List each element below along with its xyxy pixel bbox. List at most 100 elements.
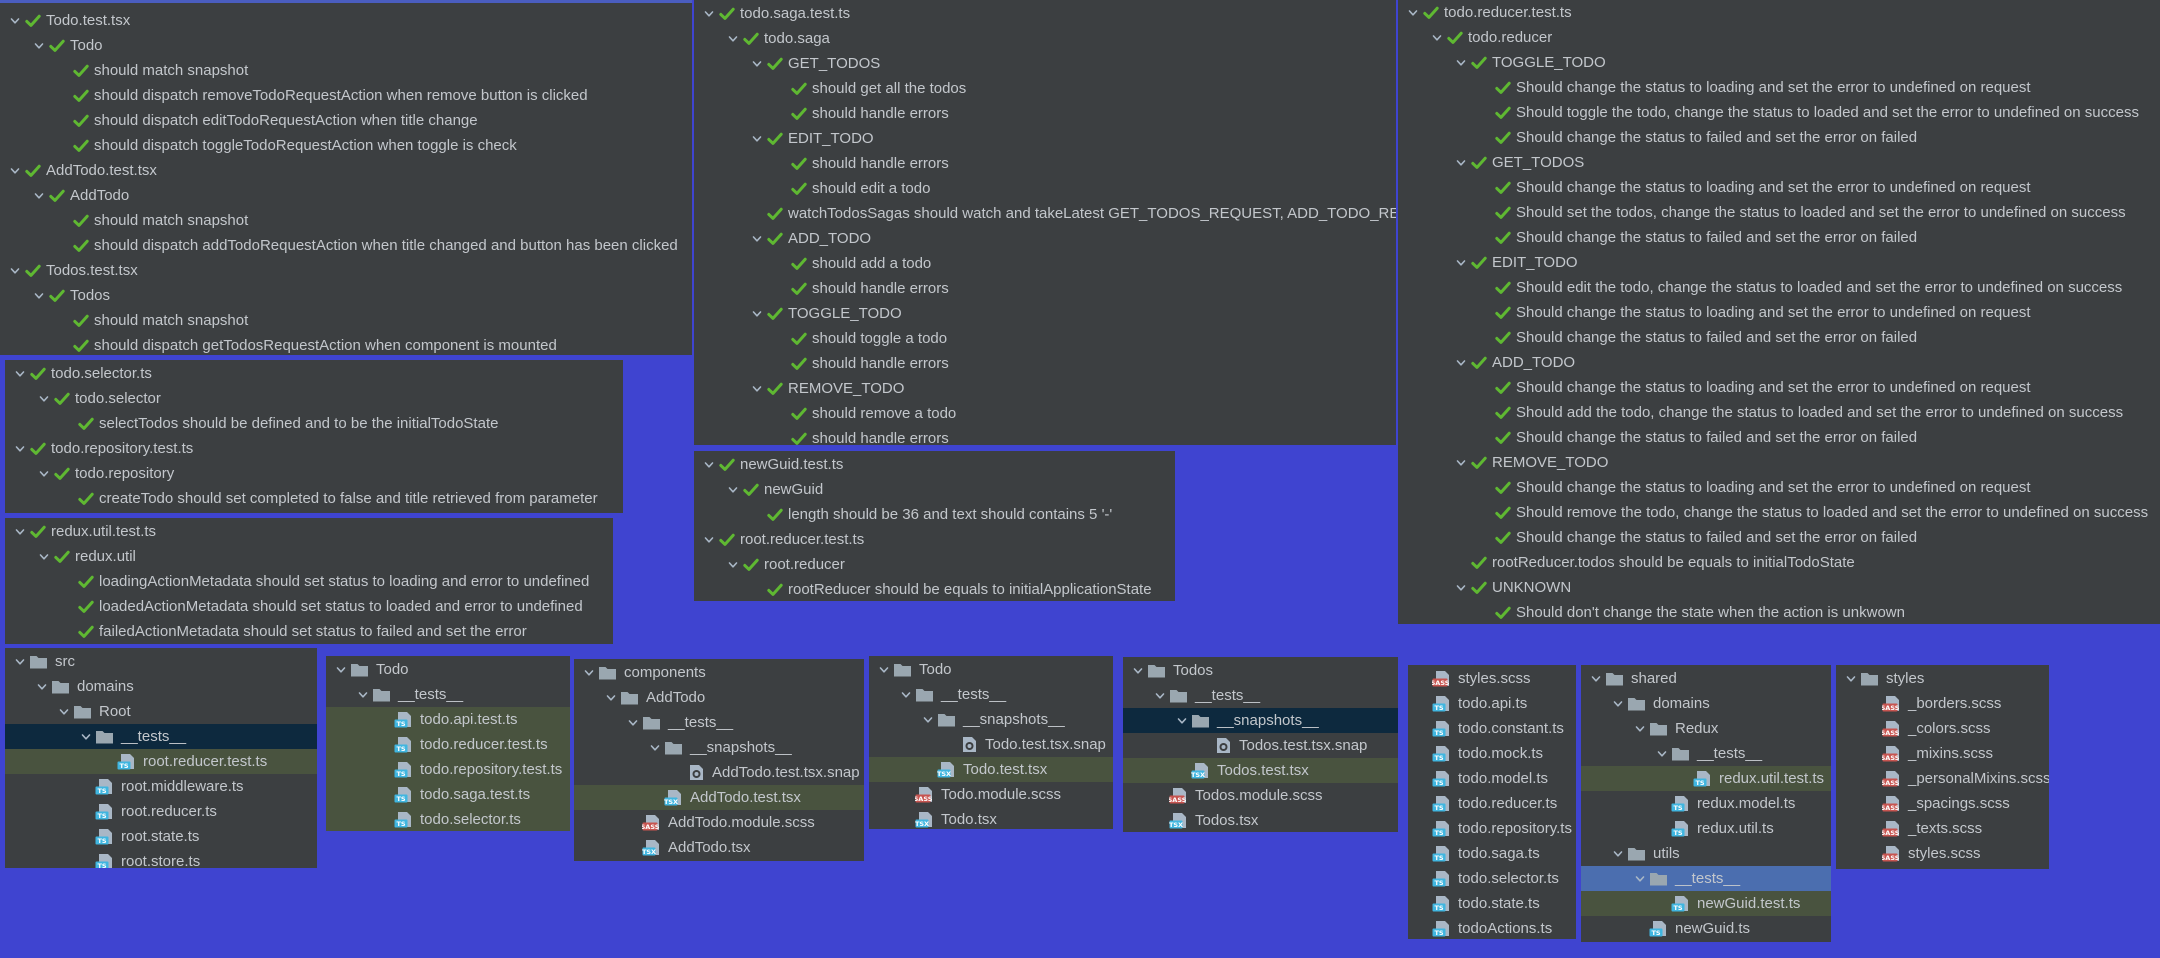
test-tree-row[interactable]: should edit a todo (694, 176, 1396, 201)
project-tree-row[interactable]: TSX AddTodo.test.tsx (574, 785, 864, 810)
test-tree-row[interactable]: should dispatch removeTodoRequestAction … (0, 83, 692, 108)
project-tree-row[interactable]: TS todo.reducer.test.ts (326, 732, 570, 757)
test-tree-row[interactable]: TOGGLE_TODO (1398, 50, 2160, 75)
project-tree-row[interactable]: TS newGuid.test.ts (1581, 891, 1831, 916)
test-tree-row[interactable]: Todo (0, 33, 692, 58)
test-tree-row[interactable]: Should toggle the todo, change the statu… (1398, 100, 2160, 125)
project-tree-row[interactable]: TS todo.constant.ts (1408, 716, 1576, 741)
project-tree-row[interactable]: TS todo.api.test.ts (326, 707, 570, 732)
test-tree-row[interactable]: Should edit the todo, change the status … (1398, 275, 2160, 300)
project-tree-row[interactable]: SASS Todos.module.scss (1123, 783, 1398, 808)
test-tree-row[interactable]: Should remove the todo, change the statu… (1398, 500, 2160, 525)
test-tree-row[interactable]: todo.reducer.test.ts (1398, 0, 2160, 25)
test-tree-row[interactable]: todo.saga.test.ts (694, 1, 1396, 26)
project-tree-row[interactable]: TSX Todo.test.tsx (869, 757, 1113, 782)
project-tree-row[interactable]: TS todo.model.ts (1408, 766, 1576, 791)
test-tree-row[interactable]: root.reducer.test.ts (694, 527, 1175, 552)
chevron-down-icon[interactable] (35, 681, 49, 693)
test-tree-row[interactable]: should get all the todos (694, 76, 1396, 101)
test-tree-row[interactable]: todo.repository (5, 461, 623, 486)
test-tree-row[interactable]: todo.repository.test.ts (5, 436, 623, 461)
test-tree-row[interactable]: Todos (0, 283, 692, 308)
chevron-down-icon[interactable] (8, 15, 22, 27)
test-tree-row[interactable]: Should don't change the state when the a… (1398, 600, 2160, 624)
test-tree-row[interactable]: should add a todo (694, 251, 1396, 276)
project-tree-row[interactable]: Redux (1581, 716, 1831, 741)
chevron-down-icon[interactable] (1633, 723, 1647, 735)
chevron-down-icon[interactable] (1611, 848, 1625, 860)
chevron-down-icon[interactable] (8, 265, 22, 277)
test-tree-row[interactable]: Should change the status to failed and s… (1398, 125, 2160, 150)
test-tree-row[interactable]: Should change the status to failed and s… (1398, 425, 2160, 450)
test-tree-row[interactable]: should match snapshot (0, 308, 692, 333)
test-tree-row[interactable]: newGuid (694, 477, 1175, 502)
test-tree-row[interactable]: should match snapshot (0, 208, 692, 233)
test-tree-row[interactable]: should handle errors (694, 101, 1396, 126)
chevron-down-icon[interactable] (8, 165, 22, 177)
test-tree-row[interactable]: loadingActionMetadata should set status … (5, 569, 613, 594)
project-tree-row[interactable]: SASS _colors.scss (1836, 716, 2049, 741)
test-tree-row[interactable]: should toggle a todo (694, 326, 1396, 351)
project-tree-row[interactable]: components (574, 660, 864, 685)
test-tree-row[interactable]: should dispatch getTodosRequestAction wh… (0, 333, 692, 355)
chevron-down-icon[interactable] (356, 689, 370, 701)
test-tree-row[interactable]: TOGGLE_TODO (694, 301, 1396, 326)
project-tree-row[interactable]: Todo (869, 657, 1113, 682)
chevron-down-icon[interactable] (750, 308, 764, 320)
project-tree-row[interactable]: TS todo.api.ts (1408, 691, 1576, 716)
test-tree-row[interactable]: rootReducer.todos should be equals to in… (1398, 550, 2160, 575)
test-tree-row[interactable]: Should change the status to failed and s… (1398, 225, 2160, 250)
chevron-down-icon[interactable] (1153, 690, 1167, 702)
project-tree-row[interactable]: __tests__ (574, 710, 864, 735)
test-tree-row[interactable]: Should change the status to failed and s… (1398, 525, 2160, 550)
chevron-down-icon[interactable] (1454, 582, 1468, 594)
test-tree-row[interactable]: failedActionMetadata should set status t… (5, 619, 613, 644)
project-tree-row[interactable]: SASS styles.scss (1408, 666, 1576, 691)
project-tree-row[interactable]: SASS AddTodo.module.scss (574, 810, 864, 835)
test-tree-row[interactable]: selectTodos should be defined and to be … (5, 411, 623, 436)
test-tree-row[interactable]: Should change the status to loading and … (1398, 175, 2160, 200)
chevron-down-icon[interactable] (1430, 32, 1444, 44)
project-tree-row[interactable]: shared (1581, 666, 1831, 691)
project-tree-row[interactable]: TSX Todos.test.tsx (1123, 758, 1398, 783)
project-tree-row[interactable]: TS redux.util.test.ts (1581, 766, 1831, 791)
chevron-down-icon[interactable] (702, 459, 716, 471)
chevron-down-icon[interactable] (750, 58, 764, 70)
chevron-down-icon[interactable] (13, 526, 27, 538)
project-tree-row[interactable]: __tests__ (5, 724, 317, 749)
project-tree-row[interactable]: SASS _borders.scss (1836, 691, 2049, 716)
test-tree-row[interactable]: createTodo should set completed to false… (5, 486, 623, 511)
test-tree-row[interactable]: ADD_TODO (694, 226, 1396, 251)
test-tree-row[interactable]: Should add the todo, change the status t… (1398, 400, 2160, 425)
test-tree-row[interactable]: REMOVE_TODO (694, 376, 1396, 401)
project-tree-row[interactable]: utils (1581, 841, 1831, 866)
test-tree-row[interactable]: redux.util (5, 544, 613, 569)
test-tree-row[interactable]: AddTodo (0, 183, 692, 208)
chevron-down-icon[interactable] (57, 706, 71, 718)
chevron-down-icon[interactable] (1611, 698, 1625, 710)
chevron-down-icon[interactable] (1175, 715, 1189, 727)
project-tree-row[interactable]: TS todo.selector.ts (326, 807, 570, 831)
chevron-down-icon[interactable] (750, 133, 764, 145)
chevron-down-icon[interactable] (334, 664, 348, 676)
test-tree-row[interactable]: GET_TODOS (694, 51, 1396, 76)
chevron-down-icon[interactable] (921, 714, 935, 726)
chevron-down-icon[interactable] (13, 368, 27, 380)
test-tree-row[interactable]: EDIT_TODO (1398, 250, 2160, 275)
test-tree-row[interactable]: Should change the status to loading and … (1398, 75, 2160, 100)
project-tree-row[interactable]: domains (5, 674, 317, 699)
project-tree-row[interactable]: __tests__ (1581, 741, 1831, 766)
project-tree-row[interactable]: TS root.middleware.ts (5, 774, 317, 799)
project-tree-row[interactable]: __snapshots__ (574, 735, 864, 760)
chevron-down-icon[interactable] (1454, 357, 1468, 369)
chevron-down-icon[interactable] (1454, 457, 1468, 469)
project-tree-row[interactable]: SASS _mixins.scss (1836, 741, 2049, 766)
project-tree-row[interactable]: TS root.reducer.ts (5, 799, 317, 824)
chevron-down-icon[interactable] (750, 383, 764, 395)
project-tree-row[interactable]: TS todo.state.ts (1408, 891, 1576, 916)
chevron-down-icon[interactable] (32, 290, 46, 302)
test-tree-row[interactable]: Should change the status to loading and … (1398, 475, 2160, 500)
test-tree-row[interactable]: Should change the status to loading and … (1398, 375, 2160, 400)
chevron-down-icon[interactable] (1131, 665, 1145, 677)
test-tree-row[interactable]: REMOVE_TODO (1398, 450, 2160, 475)
